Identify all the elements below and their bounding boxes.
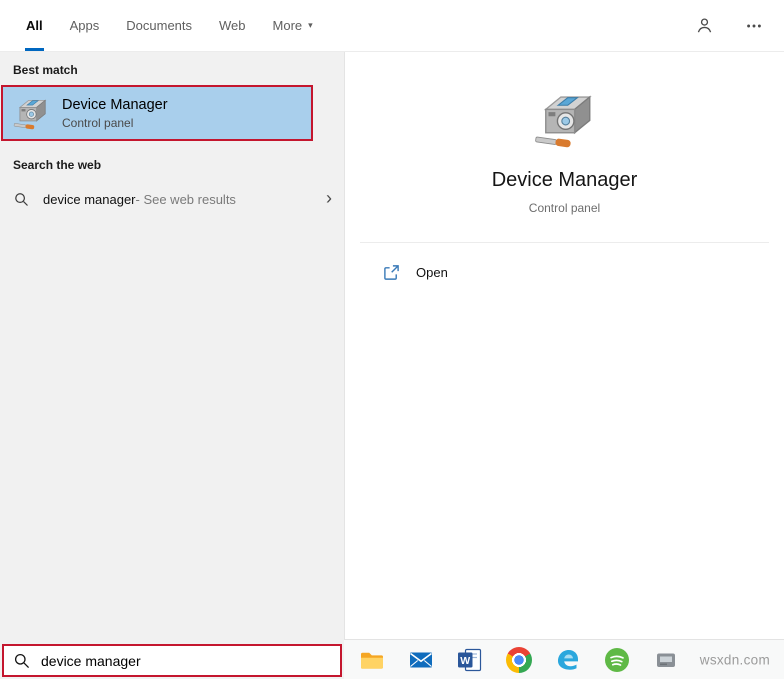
gray-app-icon[interactable] <box>652 646 680 674</box>
search-icon <box>15 192 28 206</box>
web-suggestion-row[interactable]: device manager - See web results › <box>0 180 344 218</box>
topbar-actions <box>694 0 764 51</box>
watermark-text: wsxdn.com <box>699 652 770 667</box>
more-options-icon[interactable] <box>744 16 764 36</box>
search-web-header: Search the web <box>13 158 102 172</box>
tab-documents[interactable]: Documents <box>125 0 193 51</box>
tab-web-label: Web <box>219 18 246 33</box>
search-icon <box>14 653 30 668</box>
open-action-label: Open <box>416 264 448 280</box>
preview-divider <box>360 242 769 243</box>
search-results-panel: Best match Device Manager Control panel <box>0 52 344 679</box>
preview-subtitle: Control panel <box>528 201 601 215</box>
chrome-icon[interactable] <box>505 646 533 674</box>
tab-apps-label: Apps <box>69 18 100 33</box>
open-action[interactable]: Open <box>345 253 784 291</box>
tab-all-label: All <box>26 18 43 33</box>
mail-icon[interactable] <box>407 646 435 674</box>
result-preview-panel: Device Manager Control panel Open <box>344 52 784 639</box>
chevron-down-icon: ▾ <box>308 20 313 30</box>
preview-title: Device Manager <box>491 169 638 191</box>
taskbar-search-box[interactable] <box>2 644 342 677</box>
web-suggestion-hint: - See web results <box>135 191 236 207</box>
filter-tabs: All Apps Documents Web More ▾ <box>25 0 314 51</box>
tab-apps[interactable]: Apps <box>69 0 101 51</box>
search-input[interactable] <box>41 652 330 669</box>
best-match-text: Device Manager Control panel <box>62 97 168 130</box>
web-suggestion-query: device manager <box>43 191 136 207</box>
search-filter-bar: All Apps Documents Web More ▾ <box>0 0 784 52</box>
user-account-icon[interactable] <box>694 16 714 36</box>
preview-header: Device Manager Control panel <box>345 52 784 215</box>
tab-more[interactable]: More ▾ <box>272 0 314 51</box>
taskbar: W wsxdn.com <box>344 639 784 679</box>
device-manager-icon <box>13 99 47 130</box>
chevron-right-icon[interactable]: › <box>326 189 332 210</box>
open-icon <box>384 264 399 280</box>
file-explorer-icon[interactable] <box>358 646 386 674</box>
svg-text:W: W <box>460 655 470 667</box>
tab-all[interactable]: All <box>25 0 44 51</box>
tab-more-label: More <box>272 18 303 33</box>
best-match-result-device-manager[interactable]: Device Manager Control panel <box>1 85 313 141</box>
word-icon[interactable]: W <box>456 646 484 674</box>
edge-icon[interactable] <box>554 646 582 674</box>
windows-search-flyout: All Apps Documents Web More ▾ Best match… <box>0 0 784 679</box>
device-manager-icon-large <box>534 95 592 148</box>
tab-documents-label: Documents <box>126 18 193 33</box>
best-match-title: Device Manager <box>62 96 168 113</box>
green-app-icon[interactable] <box>603 646 631 674</box>
best-match-header: Best match <box>13 63 78 77</box>
best-match-subtitle: Control panel <box>62 115 134 130</box>
tab-web[interactable]: Web <box>218 0 247 51</box>
